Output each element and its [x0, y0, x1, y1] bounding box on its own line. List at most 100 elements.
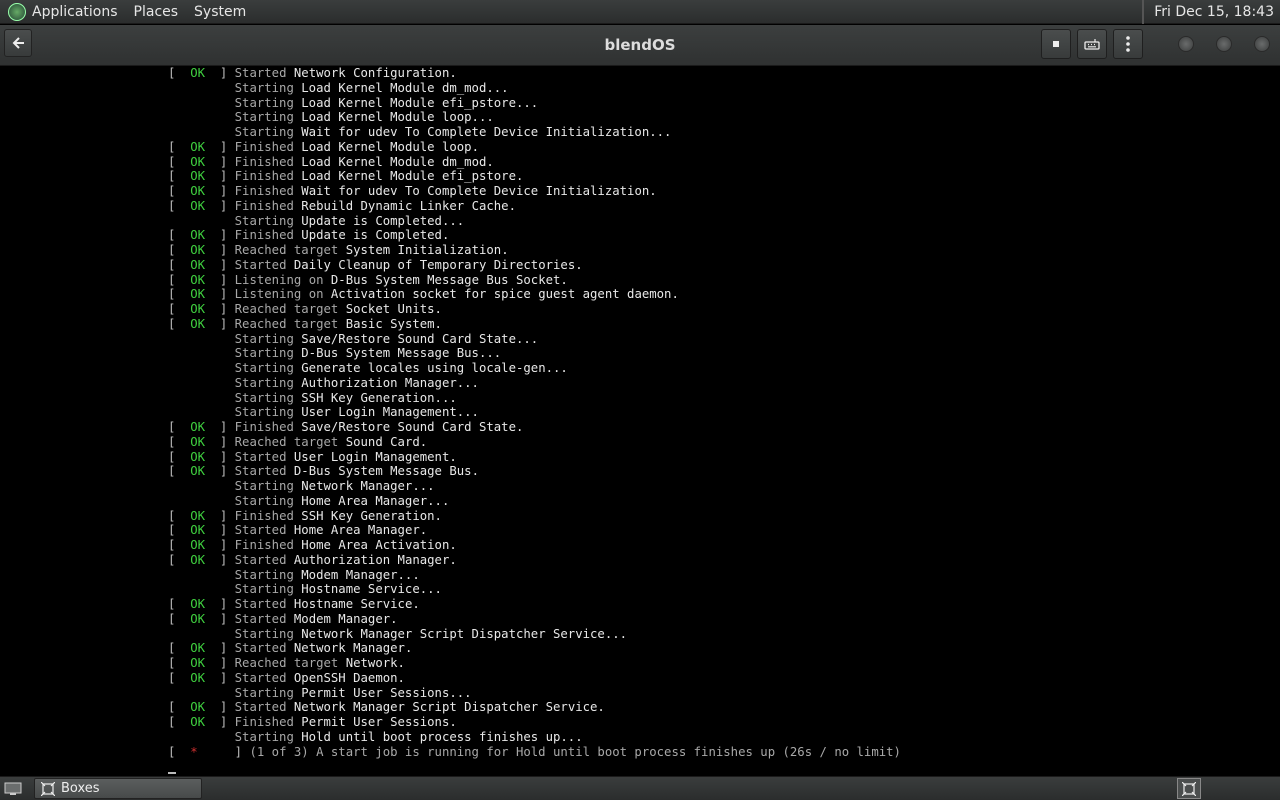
log-verb: Started	[234, 257, 287, 272]
log-verb: Reached target	[234, 316, 339, 331]
log-text: Modem Manager.	[293, 611, 398, 626]
log-verb: Starting	[234, 567, 294, 582]
status-marker: [ OK ]	[168, 169, 235, 184]
console-line: [ OK ] Reached target Basic System.	[168, 317, 901, 332]
status-marker: [ OK ]	[168, 243, 235, 257]
log-text: Basic System.	[345, 316, 442, 331]
console-line: [ OK ] Started Hostname Service.	[168, 597, 901, 612]
log-text: Wait for udev To Complete Device Initial…	[301, 125, 672, 139]
window-header-bar: blendOS	[0, 25, 1280, 66]
taskbar-item-boxes[interactable]: Boxes	[34, 778, 202, 799]
log-text: Save/Restore Sound Card State...	[301, 331, 539, 346]
status-text: OK	[190, 169, 206, 184]
status-text: OK	[190, 611, 206, 626]
log-verb: Starting	[234, 125, 294, 139]
status-marker: [ OK ]	[168, 302, 235, 316]
log-text: Network Configuration.	[293, 66, 457, 80]
log-verb: Starting	[234, 110, 294, 125]
log-text: Permit User Sessions.	[301, 715, 457, 729]
console-line: Starting Permit User Sessions...	[168, 686, 901, 701]
log-text: Load Kernel Module loop...	[301, 110, 494, 125]
log-verb: Finished	[234, 154, 294, 169]
log-text: Home Area Manager.	[293, 523, 428, 538]
applications-menu[interactable]: Applications	[32, 0, 126, 24]
console-line: Starting Load Kernel Module dm_mod...	[168, 81, 901, 96]
top-panel: Applications Places System Fri Dec 15, 1…	[0, 0, 1280, 24]
log-verb: Started	[234, 611, 287, 626]
console-line: [ OK ] Reached target Socket Units.	[168, 302, 901, 317]
console-line: Starting Hostname Service...	[168, 582, 901, 597]
status-text: OK	[190, 154, 206, 169]
minimize-button[interactable]	[1178, 36, 1194, 52]
bottom-panel: Boxes	[0, 776, 1280, 800]
log-verb: Starting	[234, 213, 294, 228]
log-verb: Starting	[234, 80, 294, 95]
status-text: OK	[190, 139, 206, 154]
console-line: [ OK ] Finished Wait for udev To Complet…	[168, 184, 901, 199]
status-text: OK	[190, 257, 206, 272]
console-line: Starting Modem Manager...	[168, 568, 901, 583]
system-menu[interactable]: System	[186, 0, 254, 24]
status-marker	[168, 627, 235, 641]
stop-vm-button[interactable]	[1041, 29, 1071, 59]
status-marker: [ OK ]	[168, 434, 235, 449]
send-keys-button[interactable]	[1077, 29, 1107, 59]
log-text: Sound Card.	[345, 434, 428, 449]
maximize-button[interactable]	[1216, 36, 1232, 52]
status-marker	[168, 582, 235, 596]
status-marker: [ OK ]	[168, 552, 235, 567]
log-verb: Reached target	[234, 302, 339, 316]
boot-log: [ OK ] Started Network Configuration. St…	[168, 66, 901, 759]
back-button[interactable]	[4, 29, 32, 57]
status-text: OK	[190, 420, 206, 434]
status-marker: [ OK ]	[168, 523, 235, 538]
status-marker: [ OK ]	[168, 538, 235, 552]
status-text: OK	[190, 552, 206, 567]
taskbar-item-label: Boxes	[61, 781, 100, 796]
log-text: Modem Manager...	[301, 567, 420, 582]
workspace-switcher[interactable]	[1177, 778, 1201, 799]
log-verb: Started	[234, 464, 287, 479]
status-marker: [ OK ]	[168, 464, 235, 479]
status-text: OK	[190, 316, 206, 331]
status-text: OK	[190, 464, 206, 479]
log-verb: Listening on	[234, 272, 324, 287]
log-text: Update is Completed...	[301, 213, 465, 228]
menu-button[interactable]	[1113, 29, 1143, 59]
log-verb: Reached target	[234, 656, 339, 670]
log-text: SSH Key Generation...	[301, 390, 457, 405]
log-text: Hostname Service...	[301, 582, 442, 597]
status-text: OK	[190, 272, 206, 287]
console-line: Starting Load Kernel Module loop...	[168, 110, 901, 125]
log-verb: Listening on	[234, 287, 324, 302]
status-marker: [ OK ]	[168, 287, 235, 302]
status-marker: [ OK ]	[168, 420, 235, 434]
status-marker: [ * ]	[168, 744, 250, 759]
close-button[interactable]	[1254, 36, 1270, 52]
log-verb: Finished	[234, 169, 294, 184]
vm-display[interactable]: [ OK ] Started Network Configuration. St…	[0, 66, 1280, 776]
clock[interactable]: Fri Dec 15, 18:43	[1142, 0, 1274, 24]
status-text: OK	[190, 66, 206, 80]
places-menu[interactable]: Places	[126, 0, 187, 24]
console-line: Starting Update is Completed...	[168, 214, 901, 229]
status-marker: [ OK ]	[168, 139, 235, 154]
console-line: Starting Authorization Manager...	[168, 376, 901, 391]
log-text: Network Manager.	[293, 641, 413, 656]
console-line: [ OK ] Started D-Bus System Message Bus.	[168, 464, 901, 479]
log-text: OpenSSH Daemon.	[293, 670, 405, 685]
console-line: [ OK ] Finished Load Kernel Module efi_p…	[168, 169, 901, 184]
distro-logo-icon[interactable]	[8, 2, 26, 21]
console-line: [ OK ] Started OpenSSH Daemon.	[168, 671, 901, 686]
status-marker	[168, 361, 235, 375]
console-line: Starting Save/Restore Sound Card State..…	[168, 332, 901, 347]
show-desktop-button[interactable]	[2, 779, 24, 799]
workspace-icon	[1182, 781, 1196, 796]
status-text: OK	[190, 287, 206, 302]
console-line: Starting Load Kernel Module efi_pstore..…	[168, 96, 901, 111]
log-text: Hold until boot process finishes up...	[301, 729, 583, 744]
log-verb: Started	[234, 523, 287, 538]
console-line: [ OK ] Started Network Manager Script Di…	[168, 700, 901, 715]
log-verb: Starting	[234, 361, 294, 375]
log-text: Socket Units.	[345, 302, 442, 316]
